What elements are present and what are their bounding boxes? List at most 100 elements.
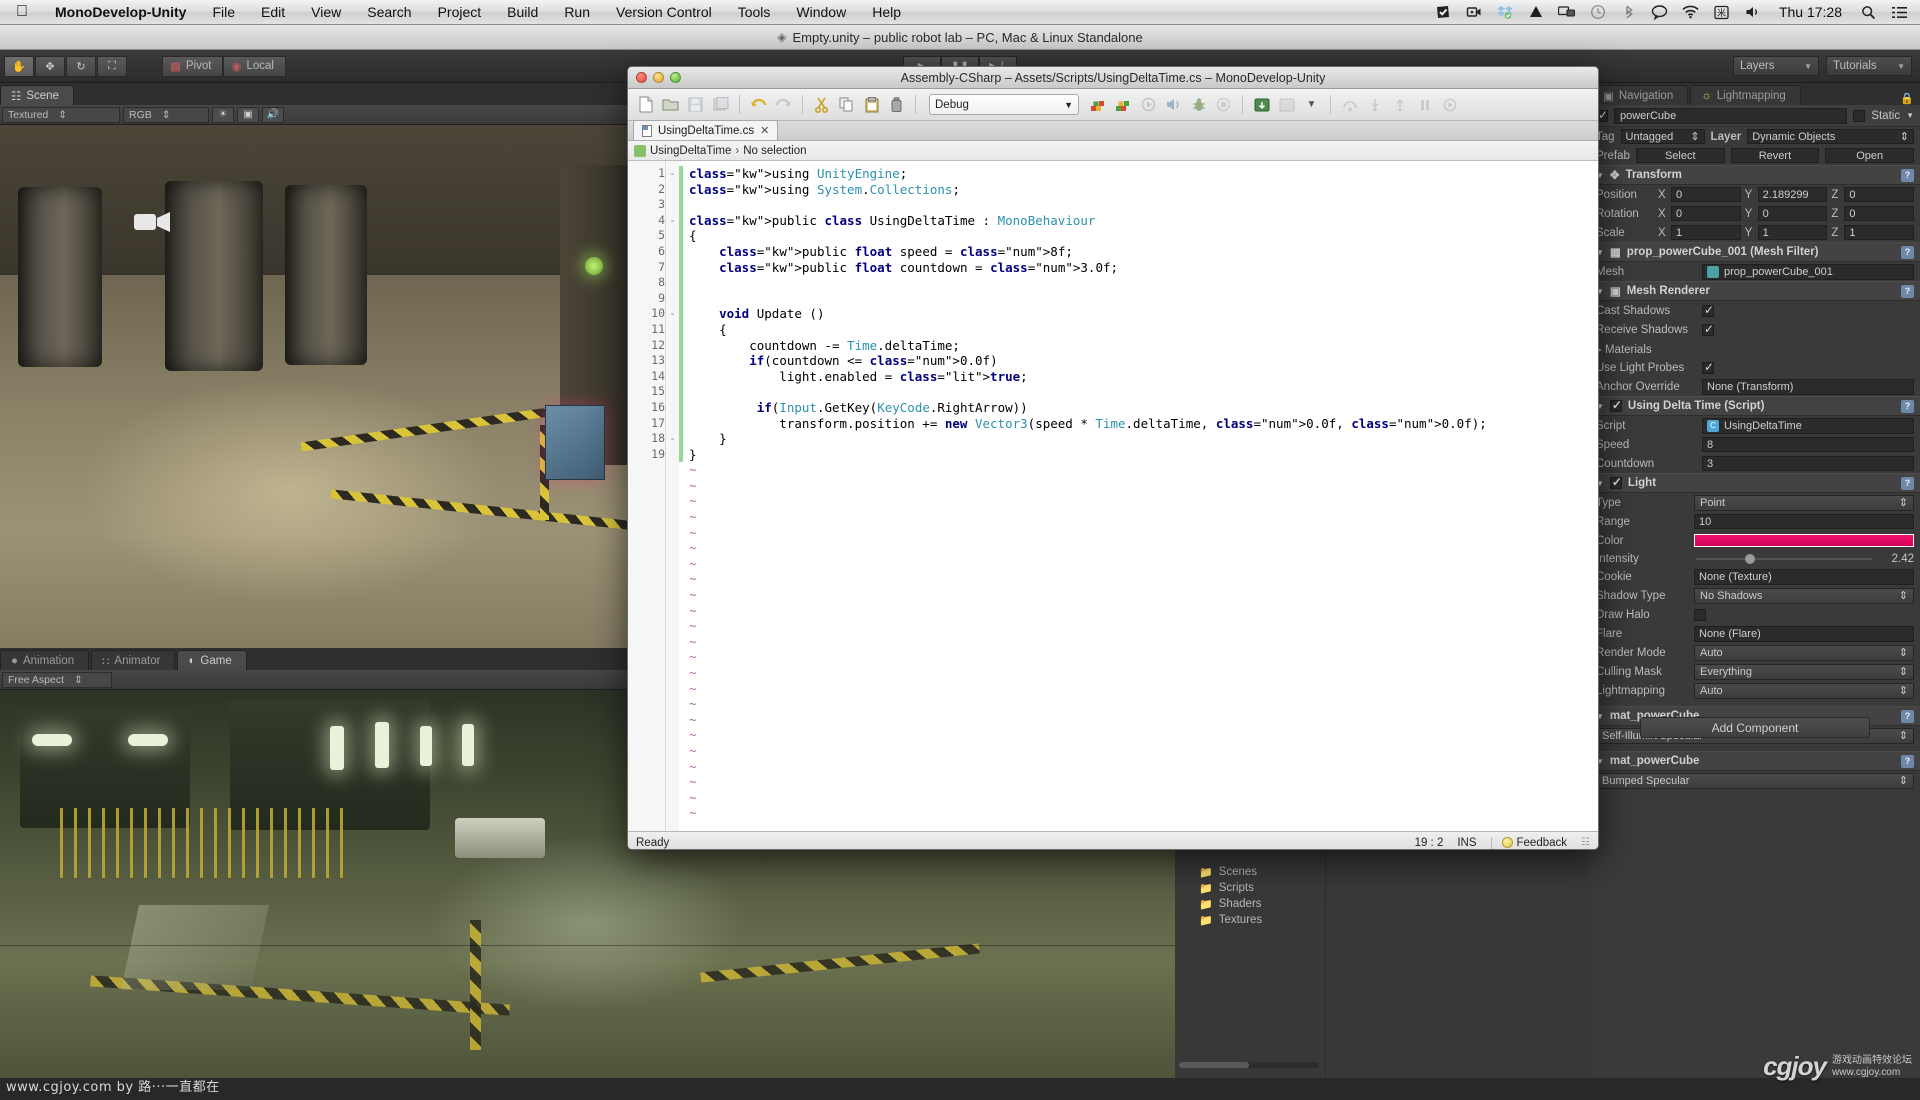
light-intensity-slider[interactable] <box>1696 553 1872 564</box>
code-folding-gutter[interactable]: - - - - <box>666 161 679 831</box>
menubar-clock[interactable]: Thu 17:28 <box>1775 4 1846 20</box>
notification-center-icon[interactable] <box>1890 3 1908 21</box>
code-text[interactable]: class="kw">using UnityEngine; class="kw"… <box>683 161 1598 831</box>
menu-item-build[interactable]: Build <box>494 4 551 20</box>
save-icon[interactable] <box>684 93 707 116</box>
debug-icon[interactable] <box>1187 93 1210 116</box>
step-into-icon[interactable] <box>1363 93 1386 116</box>
light-render-mode-dropdown[interactable]: Auto ⇕ <box>1694 644 1914 661</box>
pivot-toggle-button[interactable]: ▩ Pivot <box>162 55 224 77</box>
tab-game[interactable]: ◐ Game <box>177 650 247 670</box>
component-header-mesh-filter[interactable]: ▼ ▦ prop_powerCube_001 (Mesh Filter) ? <box>1590 242 1920 262</box>
tab-animation[interactable]: ● Animation <box>0 650 90 670</box>
detach-icon[interactable] <box>1275 93 1298 116</box>
resize-grip-icon[interactable]: ☷ <box>1581 837 1590 848</box>
tab-scene[interactable]: ☷ Scene <box>0 85 74 105</box>
materials-collapsed-row[interactable]: ▸ Materials <box>1590 339 1920 358</box>
lock-icon[interactable]: 🔒 <box>1900 92 1914 105</box>
menu-item-search[interactable]: Search <box>354 4 424 20</box>
light-culling-dropdown[interactable]: Everything ⇕ <box>1694 663 1914 680</box>
draw-halo-checkbox[interactable] <box>1694 608 1706 621</box>
power-cube-object[interactable] <box>545 405 605 480</box>
light-flare-field[interactable]: None (Flare) <box>1694 625 1914 642</box>
audio-icon[interactable]: 🔊 <box>262 106 284 123</box>
rotation-x-field[interactable]: 0 <box>1671 206 1741 221</box>
open-file-icon[interactable] <box>659 93 682 116</box>
help-icon[interactable]: ? <box>1901 284 1914 298</box>
bluetooth-icon[interactable] <box>1620 3 1638 21</box>
chevron-down-icon[interactable]: ▼ <box>1906 111 1914 120</box>
tab-navigation[interactable]: ▣ Navigation <box>1592 85 1689 105</box>
tab-animator[interactable]: ∷ Animator <box>91 650 176 670</box>
help-icon[interactable]: ? <box>1901 709 1914 723</box>
component-header-light[interactable]: ▼ Light ? <box>1590 473 1920 493</box>
search-icon[interactable] <box>1859 3 1877 21</box>
step-over-icon[interactable] <box>1338 93 1361 116</box>
object-name-field[interactable]: powerCube <box>1614 107 1848 124</box>
speed-field[interactable]: 8 <box>1702 437 1914 452</box>
apple-menu-icon[interactable]:  <box>0 4 42 20</box>
move-tool-button[interactable]: ✥ <box>35 55 65 77</box>
light-range-field[interactable]: 10 <box>1694 514 1914 529</box>
menu-item-version-control[interactable]: Version Control <box>603 4 725 20</box>
material-header-2[interactable]: ▼ mat_powerCube ? <box>1590 751 1920 771</box>
hand-tool-button[interactable]: ✋ <box>4 55 34 77</box>
light-intensity-value[interactable]: 2.42 <box>1880 553 1914 565</box>
pause-icon[interactable] <box>1413 93 1436 116</box>
google-drive-icon[interactable] <box>1527 3 1545 21</box>
image-effects-icon[interactable]: ▣ <box>237 106 259 123</box>
stop-icon[interactable] <box>1212 93 1235 116</box>
prefab-open-button[interactable]: Open <box>1825 148 1914 163</box>
anchor-object-field[interactable]: None (Transform) <box>1702 378 1914 395</box>
script-object-field[interactable]: C UsingDeltaTime <box>1702 417 1914 434</box>
mesh-object-field[interactable]: prop_powerCube_001 <box>1702 263 1914 280</box>
lighting-icon[interactable]: ☀ <box>212 106 234 123</box>
component-header-mesh-renderer[interactable]: ▼ ▣ Mesh Renderer ? <box>1590 281 1920 301</box>
countdown-field[interactable]: 3 <box>1702 456 1914 471</box>
breadcrumb-member[interactable]: No selection <box>743 145 806 157</box>
tag-dropdown[interactable]: Untagged ⇕ <box>1620 129 1705 144</box>
code-editor[interactable]: 1 2 3 4 5 6 7 8 9 10 11 12 13 14 15 16 17 18 19 - - - - cl… <box>628 161 1598 831</box>
paste-icon[interactable] <box>860 93 883 116</box>
build-configuration-select[interactable]: Debug ▼ <box>929 94 1079 115</box>
volume-icon[interactable] <box>1744 3 1762 21</box>
light-color-swatch[interactable] <box>1694 534 1914 547</box>
checkmark-badge-icon[interactable] <box>1434 3 1452 21</box>
time-machine-icon[interactable] <box>1589 3 1607 21</box>
tab-lightmapping[interactable]: ☼ Lightmapping <box>1690 85 1801 105</box>
redo-icon[interactable] <box>772 93 795 116</box>
save-all-icon[interactable] <box>709 93 732 116</box>
material-2-shader-dropdown[interactable]: Bumped Specular ⇕ <box>1596 772 1914 789</box>
chat-bubble-icon[interactable] <box>1651 3 1669 21</box>
static-checkbox[interactable] <box>1853 109 1866 122</box>
undo-icon[interactable] <box>747 93 770 116</box>
script-enabled-checkbox[interactable] <box>1609 398 1622 412</box>
cut-icon[interactable] <box>810 93 833 116</box>
continue-icon[interactable] <box>1438 93 1461 116</box>
screen-record-icon[interactable] <box>1465 3 1483 21</box>
scale-z-field[interactable]: 1 <box>1844 225 1915 240</box>
menu-item-view[interactable]: View <box>298 4 354 20</box>
position-z-field[interactable]: 0 <box>1844 187 1915 202</box>
copy-icon[interactable] <box>835 93 858 116</box>
render-mode-dropdown[interactable]: RGB ⇕ <box>123 106 209 123</box>
receive-shadows-checkbox[interactable] <box>1702 322 1714 336</box>
local-toggle-button[interactable]: ◉ Local <box>223 55 286 77</box>
light-enabled-checkbox[interactable] <box>1609 475 1622 489</box>
scale-y-field[interactable]: 1 <box>1757 225 1828 240</box>
light-type-dropdown[interactable]: Point ⇕ <box>1694 494 1914 511</box>
menu-item-run[interactable]: Run <box>551 4 603 20</box>
draw-mode-dropdown[interactable]: Textured ⇕ <box>2 106 120 123</box>
menu-item-file[interactable]: File <box>199 4 248 20</box>
feedback-button[interactable]: Feedback <box>1490 836 1567 849</box>
close-button[interactable] <box>636 72 647 83</box>
close-icon[interactable]: ✕ <box>760 124 769 137</box>
layer-dropdown[interactable]: Dynamic Objects ⇕ <box>1747 129 1914 144</box>
rebuild-icon[interactable] <box>1112 93 1135 116</box>
cast-shadows-checkbox[interactable] <box>1702 303 1714 317</box>
position-y-field[interactable]: 2.189299 <box>1757 187 1828 202</box>
scale-tool-button[interactable]: ⛶ <box>97 55 127 77</box>
input-menu-icon[interactable]: 米 <box>1713 3 1731 21</box>
component-header-transform[interactable]: ▼ ✥ Transform ? <box>1590 165 1920 185</box>
active-app-name[interactable]: MonoDevelop-Unity <box>42 4 199 20</box>
